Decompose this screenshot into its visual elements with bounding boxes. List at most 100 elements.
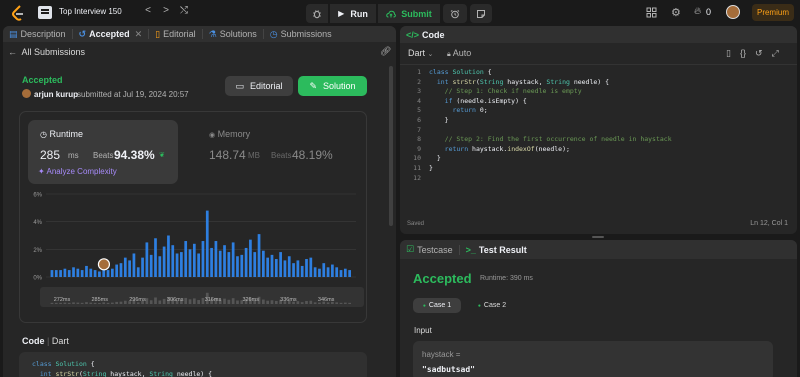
range-bar	[270, 300, 274, 304]
editorial-button[interactable]: ▭ Editorial	[225, 76, 293, 96]
language-select[interactable]: Dart ⌄	[408, 48, 433, 58]
shuffle-icon[interactable]: ⤭	[178, 5, 190, 16]
analyze-complexity-link[interactable]: ✦ Analyze Complexity	[38, 167, 117, 176]
cursor-position: Ln 12, Col 1	[750, 220, 788, 227]
avatar[interactable]	[726, 5, 740, 19]
code-line: 5 return 0;	[400, 106, 795, 116]
runtime-beats-label: Beats	[93, 151, 114, 160]
runtime-bar	[128, 260, 131, 277]
runtime-bar	[80, 270, 84, 277]
tab-editorial[interactable]: ▯ Editorial	[149, 29, 203, 39]
code-line: 8 // Step 2: Find the first occurrence o…	[400, 135, 795, 145]
case-2-tab[interactable]: ● Case 2	[472, 298, 512, 313]
range-bar	[262, 299, 265, 304]
range-bar	[223, 298, 226, 304]
settings-gear-icon[interactable]: ⚙	[671, 6, 681, 19]
runtime-bar	[145, 242, 149, 277]
range-bar	[50, 302, 54, 304]
username[interactable]: arjun kurup	[34, 90, 78, 99]
expand-icon[interactable]: ⤢	[772, 48, 779, 59]
problem-list-title[interactable]: Top Interview 150	[59, 7, 122, 16]
solution-button[interactable]: ✎ Solution	[298, 76, 367, 96]
tab-solutions[interactable]: ⚗ Solutions	[203, 29, 264, 39]
range-bar	[305, 300, 308, 304]
runtime-bar	[106, 270, 110, 277]
braces-icon[interactable]: {}	[740, 48, 746, 59]
range-bar	[296, 301, 300, 304]
code-panel: </> Code Dart ⌄ 🔒︎ Auto ▯ {} ↺ ⤢ 1 class S…	[400, 26, 797, 234]
line-number: 8	[417, 135, 421, 144]
runtime-bar	[184, 241, 188, 277]
fire-streak-icon[interactable]: 🔥︎	[694, 6, 701, 17]
runtime-bar	[158, 256, 162, 277]
runtime-bar	[231, 242, 235, 277]
range-bar	[54, 302, 58, 304]
range-bar	[313, 302, 317, 304]
runtime-bar	[76, 268, 80, 277]
x-tick-label: 272ms	[54, 297, 71, 303]
timer-button[interactable]	[443, 4, 467, 23]
checkbox-icon: ☑	[406, 244, 415, 254]
range-bar	[162, 298, 166, 304]
tab-submissions[interactable]: ◷ Submissions	[264, 29, 338, 40]
divider	[400, 64, 797, 65]
runtime-card[interactable]: ◷ Runtime 285 ms Beats 94.38% ❦ ✦ Analyz…	[28, 120, 178, 184]
tab-testcase[interactable]: ☑ Testcase	[400, 244, 460, 255]
user-avatar[interactable]	[22, 89, 31, 98]
debug-button[interactable]	[306, 4, 328, 23]
x-tick-label: 316ms	[205, 297, 222, 303]
next-problem-icon[interactable]: >	[160, 5, 172, 16]
runtime-bar	[188, 249, 192, 277]
runtime-bar	[115, 264, 119, 277]
runtime-bar	[240, 254, 244, 277]
result-status: Accepted	[413, 271, 472, 286]
runtime-beats-pct: 94.38%	[114, 148, 155, 162]
input-box: haystack = "sadbutsad"	[413, 341, 773, 377]
runtime-bar	[348, 270, 351, 277]
runtime-distribution-chart[interactable]: 6% 4% 2% 0% 272ms 285ms 296ms 306ms 316ms 326ms 33…	[20, 187, 368, 317]
tab-test-result[interactable]: >_ Test Result	[460, 245, 533, 255]
submitted-time: submitted at Jul 19, 2024 20:57	[77, 90, 189, 99]
mode-select[interactable]: 🔒︎ Auto	[447, 48, 471, 59]
premium-button[interactable]: Premium	[752, 4, 794, 21]
code-tab[interactable]: </> Code	[400, 30, 451, 40]
code-preview: class Solution { int strStr(String hayst…	[19, 352, 367, 377]
runtime-bar	[283, 260, 287, 277]
resize-handle[interactable]	[592, 236, 604, 238]
range-bar	[335, 302, 339, 304]
input-label: Input	[414, 326, 432, 335]
memory-beats-pct: 48.19%	[292, 148, 333, 162]
alarm-clock-icon	[450, 9, 460, 18]
input-value: "sadbutsad"	[422, 365, 475, 374]
close-tab-icon[interactable]: ✕	[135, 29, 143, 40]
reset-icon[interactable]: ↺	[755, 48, 763, 59]
layout-grid-icon[interactable]	[646, 7, 657, 18]
code-line: 10 }	[400, 154, 795, 164]
x-tick-label: 285ms	[91, 297, 108, 303]
submit-button[interactable]: Submit	[378, 4, 440, 23]
runtime-bar	[59, 270, 62, 277]
share-link-icon[interactable]: 🔗︎	[380, 46, 391, 57]
left-scrollbar[interactable]	[389, 66, 393, 226]
x-tick-label: 326ms	[242, 297, 259, 303]
code-line: 12	[400, 174, 795, 184]
tab-accepted[interactable]: ↺ Accepted ✕	[73, 29, 150, 39]
submission-status: Accepted	[22, 75, 63, 85]
range-bar	[184, 297, 188, 304]
run-button[interactable]: ▶ Run	[330, 4, 376, 23]
code-header: </> Code	[400, 26, 797, 43]
leetcode-logo[interactable]	[11, 5, 25, 21]
bookmark-icon[interactable]: ▯	[726, 48, 731, 59]
prev-problem-icon[interactable]: <	[142, 5, 154, 16]
range-bar	[111, 302, 114, 304]
notes-button[interactable]	[470, 4, 492, 23]
back-link[interactable]: ← All Submissions	[8, 47, 85, 57]
runtime-bar	[322, 263, 326, 277]
case-1-tab[interactable]: ● Case 1	[413, 298, 461, 313]
memory-label-row[interactable]: ◉ Memory	[209, 129, 250, 139]
runtime-bar	[257, 234, 261, 277]
tab-description[interactable]: ▤ Description	[3, 29, 73, 39]
problem-list-icon[interactable]	[38, 6, 52, 19]
code-editor[interactable]: 1 class Solution {2 int strStr(String hay…	[400, 68, 795, 183]
runtime-bar	[111, 268, 114, 277]
